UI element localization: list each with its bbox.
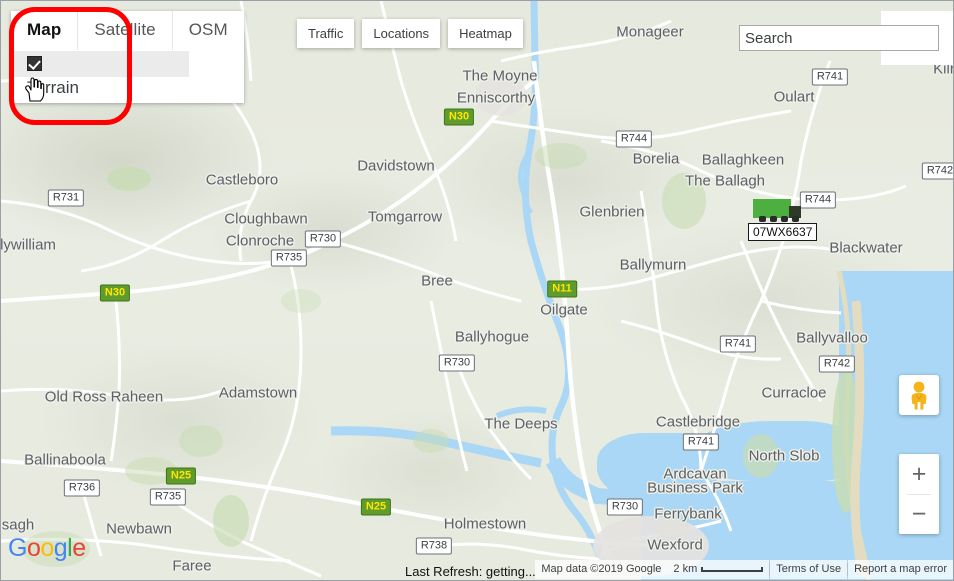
route-shield: R730 [606,498,644,516]
map-label: Ballyhogue [454,328,530,346]
map-label: Blackwater [829,239,903,257]
search-box[interactable] [739,25,939,51]
water-estuary-north [691,421,851,481]
route-shield: R730 [438,354,476,372]
map-label: Curracloe [761,384,827,402]
zoom-control: + − [899,454,939,534]
map-scale-control: 2 km [667,559,770,579]
tab-satellite[interactable]: Satellite [78,11,173,50]
vehicle-plate-label: 07WX6637 [748,223,818,241]
traffic-button[interactable]: Traffic [297,19,355,48]
map-type-dropdown-panel: Terrain [11,50,189,103]
map-label: Enniscorthy [456,89,536,107]
truck-wheel-icon [759,216,766,222]
route-shield: R742 [818,355,856,373]
map-label: Oulart [773,88,815,106]
map-label: Bree [421,272,453,290]
top-button-group: Traffic Locations Heatmap [297,19,523,48]
map-label: Ballinaboola [24,451,106,469]
zoom-divider [907,494,931,495]
route-shield: R735 [149,488,187,506]
zoom-out-button[interactable]: − [899,494,939,534]
map-label: Old Ross Raheen [44,388,164,406]
map-label: The Ballagh [684,172,766,190]
tab-osm[interactable]: OSM [172,11,244,50]
map-label: Clonroche [225,232,295,250]
last-refresh-status: Last Refresh: getting... [405,564,536,579]
truck-wheel-icon [781,216,788,222]
route-shield: R741 [682,433,720,451]
map-label: Oilgate [540,301,588,319]
terrain-checkbox-checked-icon[interactable] [27,56,42,71]
map-label: Ballaghkeen [701,151,785,169]
route-shield: R741 [811,68,849,86]
route-shield: R744 [615,130,653,148]
route-shield: R744 [799,191,837,209]
map-label: Monageer [616,23,684,41]
route-shield: R736 [63,479,101,497]
route-shield: R742 [921,162,953,180]
truck-wheel-icon [792,216,799,222]
zoom-in-button[interactable]: + [899,454,939,494]
map-label: The Deeps [484,415,558,433]
map-label: Ballymurn [619,256,687,274]
map-label: Davidstown [357,157,435,175]
terms-of-use-link[interactable]: Terms of Use [770,559,848,579]
map-label: Glenbrien [579,203,645,221]
map-label: Cloughbawn [224,210,308,228]
map-data-attribution: Map data ©2019 Google [535,559,668,579]
route-shield: N11 [547,280,577,298]
map-type-tab-list: Map Satellite OSM [11,11,244,50]
map-application: Monageer The Moyne Oulart Kilr Enniscorthy Bo… [0,0,954,581]
map-label: lywilliam [0,236,56,254]
search-input[interactable] [740,26,938,50]
terrain-option-label: Terrain [27,78,79,97]
map-label: Holmestown [443,515,527,533]
map-type-control: Map Satellite OSM Terrain [11,11,244,103]
route-shield: R741 [719,335,757,353]
report-map-error-link[interactable]: Report a map error [848,559,953,579]
map-label: Tomgarrow [367,208,443,226]
map-label: Newbawn [106,520,172,538]
truck-wheel-icon [770,216,777,222]
route-shield: R735 [270,249,308,267]
map-label: Castleboro [205,171,279,189]
map-label: Borelia [632,150,680,168]
heatmap-button[interactable]: Heatmap [448,19,523,48]
route-shield: R731 [47,189,85,207]
scale-bar-graphic [701,566,764,572]
route-shield: N30 [99,284,131,302]
map-label: The Moyne [462,67,538,85]
route-shield: R730 [304,230,342,248]
route-shield: N25 [165,467,197,485]
route-shield: R738 [415,537,453,555]
street-view-pegman-control[interactable] [899,375,939,415]
route-shield: N30 [443,108,475,126]
terrain-option-row[interactable] [11,51,189,77]
tab-map[interactable]: Map [11,11,79,50]
route-shield: N25 [360,498,392,516]
pegman-icon [911,381,927,410]
map-label: sagh [1,516,35,534]
scale-label: 2 km [673,562,698,575]
locations-button[interactable]: Locations [362,19,441,48]
map-label: Adamstown [218,384,298,402]
